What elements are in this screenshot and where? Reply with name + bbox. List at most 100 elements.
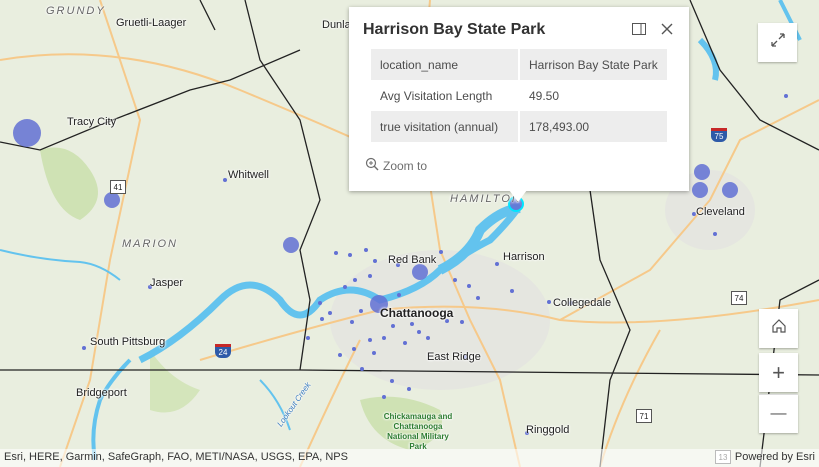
place-label: Dunla (322, 19, 351, 31)
home-button[interactable] (759, 309, 798, 348)
popup-pointer (509, 190, 527, 202)
visitation-point[interactable] (368, 338, 372, 342)
visitation-point[interactable] (348, 253, 352, 257)
visitation-point[interactable] (412, 264, 428, 280)
place-label: Whitwell (228, 169, 269, 181)
place-label: Cleveland (696, 206, 745, 218)
place-label: East Ridge (427, 351, 481, 363)
route-shield: 41 (110, 180, 126, 194)
visitation-point[interactable] (403, 341, 407, 345)
route-shield: 74 (731, 291, 747, 305)
route-shield: 71 (636, 409, 652, 423)
popup-title: Harrison Bay State Park (363, 21, 546, 38)
place-label: Red Bank (388, 254, 437, 266)
visitation-point[interactable] (784, 94, 788, 98)
visitation-point[interactable] (467, 284, 471, 288)
expand-button[interactable] (758, 23, 797, 62)
land-patch (40, 147, 98, 220)
place-label: Harrison (503, 251, 545, 263)
visitation-point[interactable] (352, 347, 356, 351)
place-label: South Pittsburg (90, 336, 166, 348)
zoom-to-button[interactable]: Zoom to (365, 157, 427, 174)
attribute-key: location_name (371, 49, 520, 80)
visitation-point[interactable] (397, 293, 401, 297)
place-label: Ringgold (526, 424, 570, 436)
zoom-in-button[interactable]: + (759, 353, 798, 392)
visitation-point[interactable] (328, 311, 332, 315)
visitation-point[interactable] (692, 182, 708, 198)
attribution-bar: Esri, HERE, Garmin, SafeGraph, FAO, METI… (0, 449, 819, 467)
visitation-point[interactable] (104, 192, 120, 208)
visitation-point[interactable] (360, 367, 364, 371)
visitation-point[interactable] (353, 278, 357, 282)
attribute-key: Avg Visitation Length (371, 80, 520, 111)
home-icon (771, 317, 787, 340)
visitation-point[interactable] (368, 274, 372, 278)
attribution-text[interactable]: Esri, HERE, Garmin, SafeGraph, FAO, METI… (4, 451, 348, 465)
land-patch (150, 350, 200, 413)
visitation-point[interactable] (382, 336, 386, 340)
place-label: Jasper (150, 277, 184, 289)
visitation-point[interactable] (320, 317, 324, 321)
visitation-point[interactable] (547, 300, 551, 304)
popup-attribute-table: location_name Harrison Bay State Park Av… (371, 49, 667, 142)
zoom-out-button[interactable]: — (759, 394, 798, 433)
visitation-point[interactable] (391, 324, 395, 328)
attribute-key: true visitation (annual) (371, 111, 520, 142)
place-label: GRUNDY (46, 5, 106, 17)
zoom-out-label: — (770, 405, 787, 422)
visitation-point[interactable] (407, 387, 411, 391)
visitation-point[interactable] (694, 164, 710, 180)
visitation-point[interactable] (334, 251, 338, 255)
route-shield: 24 (215, 344, 231, 358)
visitation-point[interactable] (343, 285, 347, 289)
route-shield: 75 (711, 128, 727, 142)
place-label: Collegedale (553, 297, 612, 309)
visitation-point[interactable] (495, 262, 499, 266)
visitation-point[interactable] (476, 296, 480, 300)
place-label: Bridgeport (76, 387, 127, 399)
visitation-point[interactable] (460, 320, 464, 324)
visitation-point[interactable] (510, 289, 514, 293)
visitation-point[interactable] (417, 330, 421, 334)
visitation-point[interactable] (722, 182, 738, 198)
powered-by-esri[interactable]: Powered by Esri (735, 451, 815, 465)
table-row: true visitation (annual) 178,493.00 (371, 111, 667, 142)
visitation-point[interactable] (372, 351, 376, 355)
visitation-point[interactable] (364, 248, 368, 252)
visitation-point[interactable] (453, 278, 457, 282)
visitation-point[interactable] (426, 336, 430, 340)
visitation-point[interactable] (390, 379, 394, 383)
table-row: Avg Visitation Length 49.50 (371, 80, 667, 111)
place-label: MARION (122, 238, 178, 250)
place-label: Chattanooga (380, 306, 454, 320)
visitation-point[interactable] (713, 232, 717, 236)
visitation-point[interactable] (410, 322, 414, 326)
visitation-point[interactable] (82, 346, 86, 350)
zoom-in-magnifier-icon (365, 157, 379, 174)
visitation-point[interactable] (350, 320, 354, 324)
visitation-point[interactable] (373, 259, 377, 263)
expand-icon (770, 31, 786, 54)
feature-popup: Harrison Bay State Park location_name Ha… (349, 7, 689, 191)
attribute-value: 49.50 (529, 88, 560, 103)
zoom-to-label: Zoom to (383, 158, 428, 173)
visitation-point[interactable] (318, 301, 322, 305)
dock-icon[interactable] (629, 19, 649, 39)
place-label: Gruetli-Laager (116, 17, 187, 29)
visitation-point[interactable] (382, 395, 386, 399)
visitation-point[interactable] (306, 336, 310, 340)
attribute-value: Harrison Bay State Park (519, 49, 667, 80)
visitation-point[interactable] (13, 119, 41, 147)
visitation-point[interactable] (338, 353, 342, 357)
zoom-in-label: + (772, 359, 785, 385)
visitation-point[interactable] (283, 237, 299, 253)
visitation-point[interactable] (223, 178, 227, 182)
attribute-value: 178,493.00 (519, 111, 667, 142)
table-row: location_name Harrison Bay State Park (371, 49, 667, 80)
close-icon[interactable] (657, 19, 677, 39)
visitation-point[interactable] (439, 250, 443, 254)
place-label: Tracy City (67, 116, 117, 128)
park-label: Chickamauga and Chattanooga National Mil… (383, 412, 453, 451)
visitation-point[interactable] (359, 309, 363, 313)
